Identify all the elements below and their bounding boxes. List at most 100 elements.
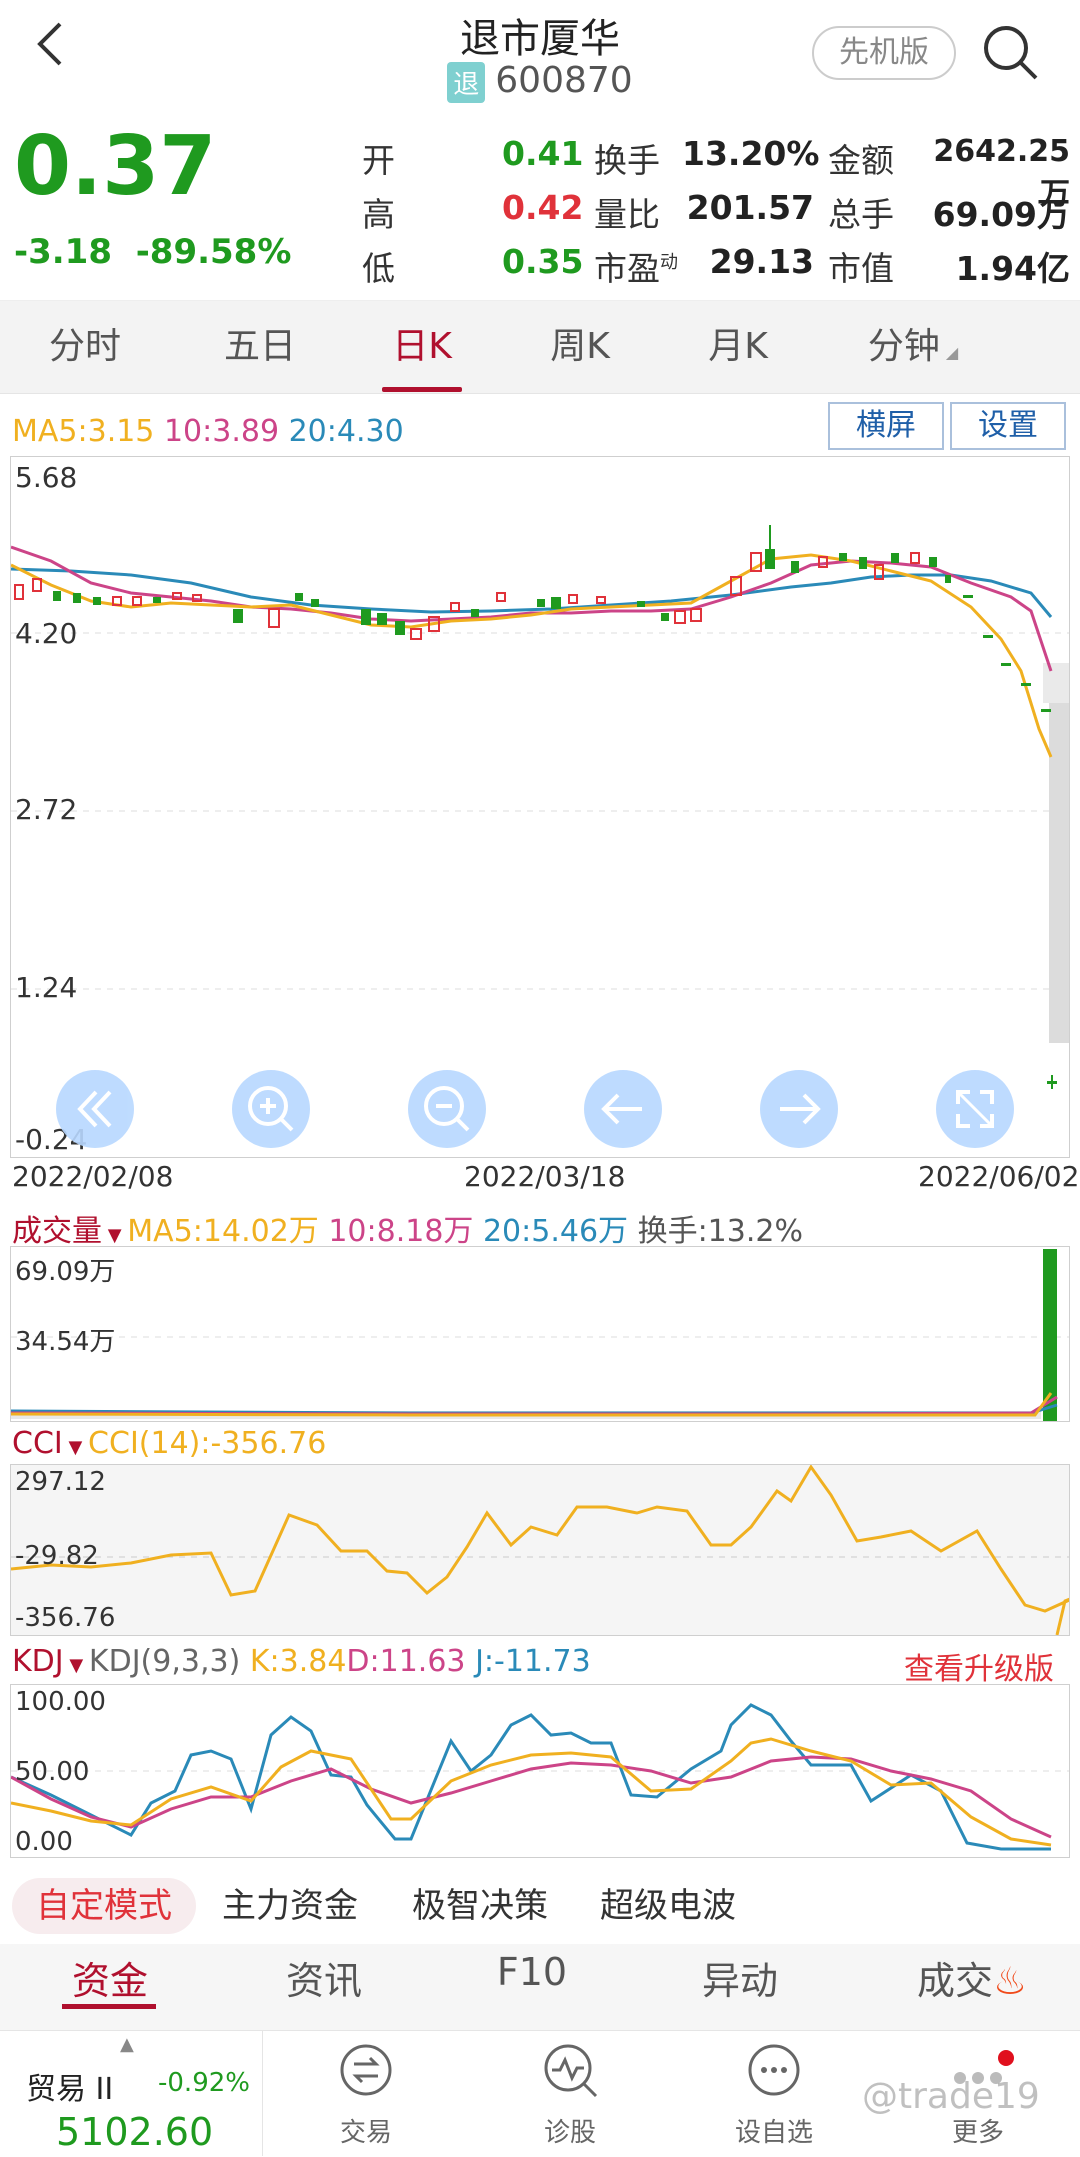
fire-icon: ♨	[992, 1959, 1028, 2003]
kdj-params: KDJ(9,3,3)	[88, 1644, 241, 1679]
cci-chart[interactable]: 297.12 -29.82 -356.76	[10, 1464, 1070, 1636]
volume-ratio-value: 201.57	[686, 188, 814, 227]
tab-trades-label: 成交	[916, 1959, 993, 2003]
volume-chart[interactable]: 69.09万 34.54万	[10, 1246, 1070, 1422]
settings-button[interactable]: 设置	[950, 402, 1066, 450]
x-label-start: 2022/02/08	[12, 1160, 174, 1193]
tab-trades[interactable]: 成交♨	[912, 1950, 1032, 2005]
index-name: 贸易 II	[26, 2072, 114, 2107]
kdj-legend[interactable]: KDJ ▼ KDJ(9,3,3) K:3.84D:11.63 J:-11.73	[12, 1644, 591, 1679]
volume-legend[interactable]: 成交量 ▼ MA5:14.02万 10:8.18万 20:5.46万 换手:13…	[12, 1206, 803, 1250]
x-label-end: 2022/06/02	[918, 1160, 1080, 1193]
dropdown-triangle-icon: ◢	[945, 343, 959, 362]
kdj-y-mid: 50.00	[15, 1757, 90, 1787]
tab-news[interactable]: 资讯	[274, 1950, 374, 2005]
version-button[interactable]: 先机版	[812, 26, 956, 80]
high-value: 0.42	[502, 188, 584, 227]
zoom-in-button[interactable]	[232, 1070, 310, 1148]
cci-y-bottom: -356.76	[15, 1603, 116, 1633]
tab-weekly-k[interactable]: 周K	[530, 301, 630, 393]
watermark: @trade19	[862, 2076, 1040, 2117]
y-label-top: 5.68	[15, 461, 78, 494]
fullscreen-button[interactable]	[936, 1070, 1014, 1148]
nav-add-watchlist[interactable]: 设自选	[704, 2040, 844, 2149]
kdj-j: J:-11.73	[475, 1644, 591, 1679]
nav-trade[interactable]: 交易	[296, 2040, 436, 2149]
tab-five-day[interactable]: 五日	[210, 301, 310, 393]
cci-line	[11, 1465, 1069, 1635]
zoom-out-button[interactable]	[408, 1070, 486, 1148]
kdj-k: K:3.84	[249, 1644, 347, 1679]
kdj-d-line	[11, 1755, 1052, 1839]
total-volume-label: 总手	[828, 195, 894, 234]
tab-intraday[interactable]: 分时	[40, 301, 130, 393]
diagnose-icon	[544, 2044, 598, 2098]
caret-up-icon: ▲	[120, 2034, 134, 2055]
market-cap-value: 1.94亿	[955, 249, 1070, 288]
tab-funds[interactable]: 资金	[60, 1950, 160, 2005]
kdj-d: D:11.63	[346, 1644, 466, 1679]
upgrade-link[interactable]: 查看升级版	[904, 1644, 1054, 1688]
kdj-svg	[11, 1703, 1069, 1851]
quote-row-low: 低 0.35 市盈动 29.13 市值 1.94亿	[362, 242, 1072, 288]
quote-row-open: 开 0.41 换手 13.20% 金额 2642.25万	[362, 134, 1072, 212]
expand-icon	[956, 1090, 994, 1128]
ma20-label: 20:4.30	[288, 414, 404, 449]
volume-y-top: 69.09万	[15, 1257, 116, 1287]
cci-value: CCI(14):-356.76	[88, 1426, 327, 1461]
arrow-left-icon	[601, 1093, 642, 1125]
tab-f10[interactable]: F10	[482, 1950, 582, 1994]
nav-diagnose[interactable]: 诊股	[500, 2040, 640, 2149]
kdj-chart[interactable]: 100.00 50.00 0.00	[10, 1684, 1070, 1858]
mode-custom[interactable]: 自定模式	[12, 1878, 196, 1934]
dropdown-triangle-icon: ▼	[102, 1225, 128, 1246]
cci-y-top: 297.12	[15, 1467, 106, 1497]
search-button[interactable]	[980, 22, 1040, 82]
amount-label: 金额	[828, 141, 894, 180]
active-tab-underline	[62, 2004, 156, 2009]
high-label: 高	[362, 195, 395, 234]
tab-daily-k[interactable]: 日K	[372, 301, 472, 393]
exchange-icon	[340, 2044, 392, 2096]
market-cap-label: 市值	[828, 249, 894, 288]
mode-super-wave[interactable]: 超级电波	[600, 1878, 736, 1934]
kline-svg	[11, 525, 1069, 1089]
y-label: 2.72	[15, 793, 78, 826]
volume-ma5: MA5:14.02万	[127, 1214, 319, 1249]
kdj-j-line	[11, 1703, 1051, 1851]
kdj-y-bottom: 0.00	[15, 1827, 73, 1857]
ma20-line	[11, 567, 1053, 618]
tab-minute-label: 分钟	[867, 326, 940, 367]
price-range-bar	[1049, 663, 1069, 1043]
price-range-bar	[1043, 663, 1069, 703]
scroll-right-button[interactable]	[760, 1070, 838, 1148]
tab-monthly-k[interactable]: 月K	[688, 301, 788, 393]
search-icon	[984, 26, 1038, 80]
change-percent: -89.58%	[135, 232, 292, 272]
mode-smart-decision[interactable]: 极智决策	[412, 1878, 548, 1934]
stock-code: 600870	[495, 60, 633, 101]
cci-svg	[11, 1465, 1069, 1635]
kline-chart[interactable]: 5.68 4.20 2.72 1.24 -0.24	[10, 456, 1070, 1158]
zoom-in-icon	[248, 1086, 294, 1132]
mode-main-funds[interactable]: 主力资金	[222, 1878, 358, 1934]
scroll-left-button[interactable]	[584, 1070, 662, 1148]
turnover-label: 换手	[594, 141, 660, 180]
quote-row-high: 高 0.42 量比 201.57 总手 69.09万	[362, 188, 1072, 234]
cci-legend[interactable]: CCI ▼ CCI(14):-356.76	[12, 1426, 326, 1461]
active-tab-underline	[382, 387, 462, 392]
index-change: -0.92%	[158, 2068, 250, 2098]
nav-diagnose-label: 诊股	[543, 2118, 596, 2148]
tab-abnormal[interactable]: 异动	[690, 1950, 790, 2005]
x-label-mid: 2022/03/18	[464, 1160, 626, 1193]
change-value: -3.18	[14, 232, 112, 272]
tab-minute[interactable]: 分钟 ◢	[848, 301, 978, 393]
kdj-k-line	[11, 1737, 1052, 1847]
turnover-value: 13.20%	[682, 134, 820, 173]
delist-badge: 退	[447, 61, 486, 103]
index-card[interactable]: ▲ 贸易 II -0.92% 5102.60	[0, 2030, 263, 2156]
ma-legend: MA5:3.15 10:3.89 20:4.30	[12, 414, 404, 449]
scroll-start-button[interactable]	[56, 1070, 134, 1148]
price-change: -3.18 -89.58%	[14, 232, 291, 272]
landscape-button[interactable]: 横屏	[828, 402, 944, 450]
